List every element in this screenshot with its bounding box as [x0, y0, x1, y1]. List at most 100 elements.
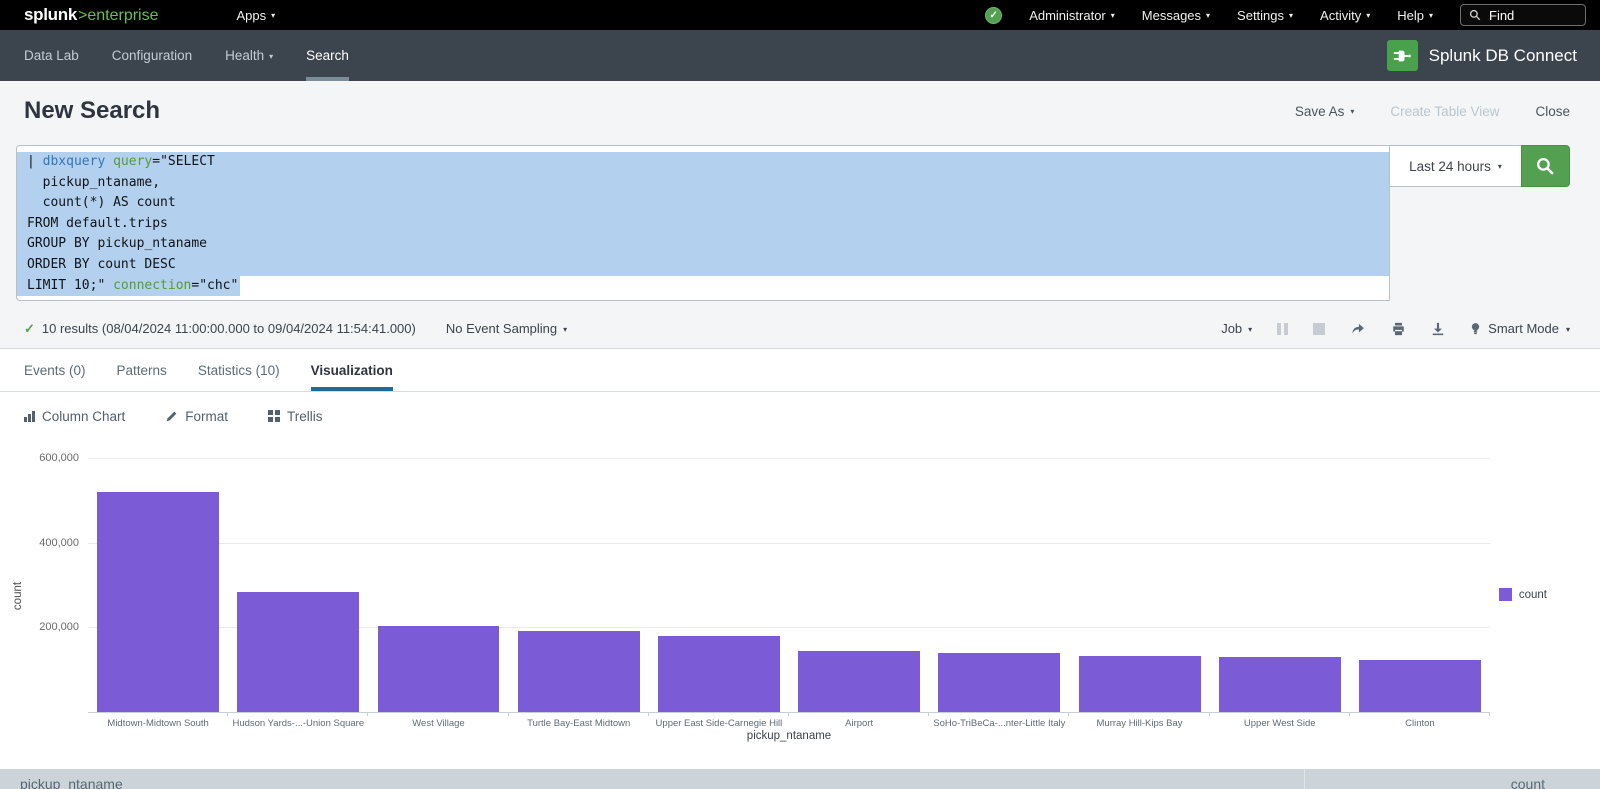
topbar-menu-administrator[interactable]: Administrator ▾: [1029, 8, 1115, 23]
y-tick-label: 400,000: [39, 537, 79, 549]
query-line: count(*) AS count: [17, 193, 1389, 214]
results-info: ✓ 10 results (08/04/2024 11:00:00.000 to…: [24, 321, 567, 337]
page-title: New Search: [24, 97, 160, 125]
event-sampling-dropdown[interactable]: No Event Sampling ▾: [446, 321, 567, 336]
query-line: GROUP BY pickup_ntaname: [17, 234, 1389, 255]
pause-icon[interactable]: [1277, 323, 1288, 335]
chart-legend[interactable]: count: [1499, 588, 1547, 601]
menu-label: Activity: [1320, 8, 1361, 23]
results-bar: ✓ 10 results (08/04/2024 11:00:00.000 to…: [24, 309, 1570, 348]
legend-label: count: [1519, 589, 1547, 601]
x-category-label: Clinton: [1338, 718, 1502, 729]
search-submit-button[interactable]: [1521, 145, 1570, 187]
topbar-menu-settings[interactable]: Settings ▾: [1237, 8, 1293, 23]
save-as-button[interactable]: Save As ▾: [1295, 104, 1355, 119]
chart-type-button[interactable]: Column Chart: [24, 409, 125, 424]
appbar-item-label: Configuration: [112, 48, 192, 63]
chart-slot: Upper West Side: [1210, 451, 1350, 712]
chart-bars: Midtown-Midtown SouthHudson Yards-...-Un…: [88, 451, 1490, 712]
event-sampling-label: No Event Sampling: [446, 321, 557, 336]
query-token: GROUP BY pickup_ntaname: [27, 236, 207, 251]
chart-bar[interactable]: [518, 631, 640, 712]
appbar-item-health[interactable]: Health▾: [225, 30, 273, 81]
chart-bar[interactable]: [1219, 657, 1341, 712]
menu-label: Administrator: [1029, 8, 1106, 23]
stop-icon[interactable]: [1313, 323, 1325, 335]
pencil-icon: [165, 410, 178, 423]
app-nav-items: Data Lab Configuration Health▾ Search: [24, 30, 349, 81]
find-input[interactable]: [1487, 7, 1577, 24]
chart-bar[interactable]: [1079, 656, 1201, 712]
query-line: | dbxquery query="SELECT: [17, 152, 1389, 173]
time-range-picker[interactable]: Last 24 hours ▾: [1389, 145, 1522, 187]
chart-bar[interactable]: [1359, 660, 1481, 712]
share-icon[interactable]: [1350, 321, 1366, 336]
db-connect-plug-icon: [1387, 40, 1418, 71]
lightbulb-icon: [1470, 322, 1481, 336]
caret-down-icon: ▾: [1429, 12, 1433, 20]
trellis-label: Trellis: [287, 409, 323, 424]
tab-patterns[interactable]: Patterns: [117, 349, 167, 391]
topbar-menu-messages[interactable]: Messages ▾: [1142, 8, 1210, 23]
column-header-count[interactable]: count: [1304, 769, 1600, 789]
format-button[interactable]: Format: [165, 409, 228, 424]
query-line: FROM default.trips: [17, 214, 1389, 235]
caret-down-icon: ▾: [1206, 12, 1210, 20]
chart-bar[interactable]: [237, 592, 359, 712]
tab-statistics-10[interactable]: Statistics (10): [198, 349, 280, 391]
caret-down-icon: ▾: [1111, 12, 1115, 20]
apps-menu-label: Apps: [237, 8, 267, 23]
job-menu[interactable]: Job ▾: [1221, 321, 1252, 336]
menu-label: Messages: [1142, 8, 1201, 23]
search-icon: [1535, 156, 1556, 177]
topbar-menu-activity[interactable]: Activity ▾: [1320, 8, 1370, 23]
search-query-input[interactable]: | dbxquery query="SELECT pickup_ntaname,…: [16, 145, 1390, 301]
query-token: dbxquery: [43, 154, 106, 169]
app-identity[interactable]: Splunk DB Connect: [1387, 30, 1577, 81]
chart-plot-area: 200,000400,000600,000Midtown-Midtown Sou…: [88, 451, 1490, 713]
search-mode-dropdown[interactable]: Smart Mode ▾: [1470, 321, 1570, 336]
column-chart: count 200,000400,000600,000Midtown-Midto…: [0, 440, 1600, 762]
create-table-view-button[interactable]: Create Table View: [1390, 104, 1499, 119]
y-axis-title: count: [12, 582, 24, 610]
chart-slot: Hudson Yards-...-Union Square: [228, 451, 368, 712]
tab-events-0[interactable]: Events (0): [24, 349, 86, 391]
app-navbar: Data Lab Configuration Health▾ Search Splun…: [0, 30, 1600, 81]
caret-down-icon: ▾: [271, 12, 275, 20]
topbar-menu-help[interactable]: Help▾: [1397, 8, 1433, 23]
query-line: ORDER BY count DESC: [17, 255, 1389, 276]
print-icon[interactable]: [1391, 322, 1406, 336]
splunk-enterprise-logo[interactable]: splunk>enterprise: [24, 5, 159, 25]
download-icon[interactable]: [1431, 322, 1445, 336]
close-button[interactable]: Close: [1535, 104, 1570, 119]
menu-label: Settings: [1237, 8, 1284, 23]
chart-bar[interactable]: [658, 636, 780, 712]
trellis-button[interactable]: Trellis: [268, 409, 323, 424]
query-token: LIMIT 10;": [27, 278, 113, 293]
caret-down-icon: ▾: [1498, 163, 1502, 171]
save-as-label: Save As: [1295, 104, 1345, 119]
chart-bar[interactable]: [798, 651, 920, 712]
search-header-region: New Search Save As ▾ Create Table View C…: [0, 81, 1600, 349]
caret-down-icon: ▾: [1366, 12, 1370, 20]
apps-menu[interactable]: Apps ▾: [237, 8, 276, 23]
chart-bar[interactable]: [938, 653, 1060, 712]
appbar-item-data-lab[interactable]: Data Lab: [24, 30, 79, 81]
health-status-icon[interactable]: ✓: [985, 7, 1002, 24]
find-search[interactable]: [1460, 4, 1586, 26]
query-token: |: [27, 154, 43, 169]
appbar-item-configuration[interactable]: Configuration: [112, 30, 192, 81]
tab-visualization[interactable]: Visualization: [311, 349, 393, 391]
caret-down-icon: ▾: [1289, 12, 1293, 20]
chart-slot: Turtle Bay-East Midtown: [509, 451, 649, 712]
chart-bar[interactable]: [97, 492, 219, 712]
page-header: New Search Save As ▾ Create Table View C…: [24, 83, 1570, 139]
chart-bar[interactable]: [378, 626, 500, 712]
results-summary: 10 results (08/04/2024 11:00:00.000 to 0…: [42, 321, 416, 336]
statistics-table-header: pickup_ntaname count: [0, 769, 1600, 789]
chart-slot: Midtown-Midtown South: [88, 451, 228, 712]
column-header-pickup-ntaname[interactable]: pickup_ntaname: [0, 769, 1304, 789]
appbar-item-search[interactable]: Search: [306, 30, 349, 81]
appbar-item-label: Search: [306, 48, 349, 63]
search-mode-label: Smart Mode: [1488, 321, 1559, 336]
